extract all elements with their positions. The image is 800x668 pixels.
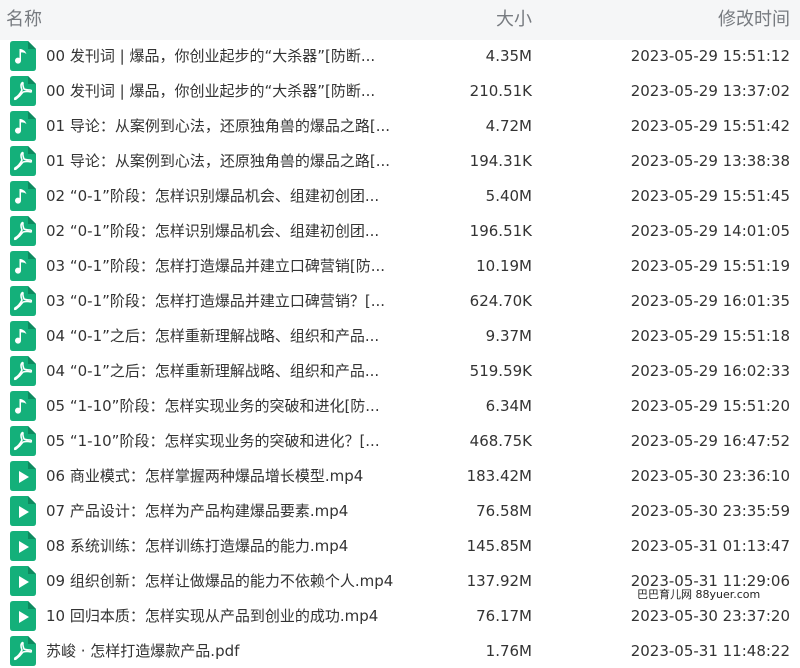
file-modified-time: 2023-05-30 23:35:59	[630, 502, 790, 520]
file-modified-time: 2023-05-29 15:51:45	[630, 187, 790, 205]
audio-file-icon	[10, 181, 36, 211]
video-file-icon	[10, 531, 36, 561]
audio-file-icon	[10, 251, 36, 281]
file-name: 09 组织创新：怎样让做爆品的能力不依赖个人.mp4	[46, 572, 394, 590]
pdf-file-icon	[10, 216, 36, 246]
file-row[interactable]: 01 导论：从案例到心法，还原独角兽的爆品之路[... 4.72M 2023-05-…	[0, 108, 800, 143]
file-size: 6.34M	[485, 397, 532, 415]
file-name: 04 “0-1”之后：怎样重新理解战略、组织和产品...	[46, 362, 380, 380]
file-modified-time: 2023-05-30 23:36:10	[630, 467, 790, 485]
file-row[interactable]: 02 “0-1”阶段：怎样识别爆品机会、组建初创团... 5.40M 2023-05…	[0, 178, 800, 213]
file-size: 194.31K	[469, 152, 532, 170]
audio-file-icon	[10, 41, 36, 71]
pdf-file-icon	[10, 76, 36, 106]
column-header-modified-time[interactable]: 修改时间	[718, 8, 790, 32]
file-size: 468.75K	[469, 432, 532, 450]
file-row[interactable]: 04 “0-1”之后：怎样重新理解战略、组织和产品... 9.37M 2023-05…	[0, 318, 800, 353]
file-name: 02 “0-1”阶段：怎样识别爆品机会、组建初创团...	[46, 222, 380, 240]
video-file-icon	[10, 566, 36, 596]
file-row[interactable]: 03 “0-1”阶段：怎样打造爆品并建立口碑营销[防... 10.19M 2023-…	[0, 248, 800, 283]
file-modified-time: 2023-05-29 15:51:12	[630, 47, 790, 65]
file-list-header: 名称 大小 修改时间	[0, 0, 800, 40]
audio-file-icon	[10, 321, 36, 351]
column-header-name[interactable]: 名称	[6, 8, 42, 32]
file-name: 03 “0-1”阶段：怎样打造爆品并建立口碑营销[防...	[46, 257, 386, 275]
pdf-file-icon	[10, 146, 36, 176]
file-name: 02 “0-1”阶段：怎样识别爆品机会、组建初创团...	[46, 187, 380, 205]
file-name: 苏峻 · 怎样打造爆款产品.pdf	[46, 642, 240, 660]
file-modified-time: 2023-05-29 13:37:02	[630, 82, 790, 100]
file-size: 1.76M	[485, 642, 532, 660]
file-name: 07 产品设计：怎样为产品构建爆品要素.mp4	[46, 502, 349, 520]
file-modified-time: 2023-05-29 15:51:42	[630, 117, 790, 135]
file-modified-time: 2023-05-29 13:38:38	[630, 152, 790, 170]
file-modified-time: 2023-05-29 15:51:19	[630, 257, 790, 275]
file-name: 06 商业模式：怎样掌握两种爆品增长模型.mp4	[46, 467, 364, 485]
file-row[interactable]: 10 回归本质：怎样实现从产品到创业的成功.mp4 76.17M 2023-05-3…	[0, 598, 800, 633]
file-row[interactable]: 00 发刊词 | 爆品，你创业起步的“大杀器”[防断... 210.51K 2023…	[0, 73, 800, 108]
video-file-icon	[10, 496, 36, 526]
column-header-size[interactable]: 大小	[496, 8, 532, 32]
pdf-file-icon	[10, 286, 36, 316]
file-size: 137.92M	[466, 572, 532, 590]
file-modified-time: 2023-05-31 11:48:22	[630, 642, 790, 660]
file-row[interactable]: 08 系统训练：怎样训练打造爆品的能力.mp4 145.85M 2023-05-31…	[0, 528, 800, 563]
file-size: 76.17M	[476, 607, 532, 625]
pdf-file-icon	[10, 636, 36, 666]
file-name: 05 “1-10”阶段：怎样实现业务的突破和进化[防...	[46, 397, 380, 415]
file-size: 145.85M	[466, 537, 532, 555]
file-name: 08 系统训练：怎样训练打造爆品的能力.mp4	[46, 537, 349, 555]
file-modified-time: 2023-05-29 16:01:35	[630, 292, 790, 310]
file-row[interactable]: 01 导论：从案例到心法，还原独角兽的爆品之路[... 194.31K 2023-0…	[0, 143, 800, 178]
video-file-icon	[10, 461, 36, 491]
watermark: 巴巴育儿网 88yuer.com	[634, 586, 764, 602]
pdf-file-icon	[10, 426, 36, 456]
file-row[interactable]: 00 发刊词 | 爆品，你创业起步的“大杀器”[防断... 4.35M 2023-0…	[0, 38, 800, 73]
file-size: 4.72M	[485, 117, 532, 135]
file-row[interactable]: 苏峻 · 怎样打造爆款产品.pdf 1.76M 2023-05-31 11:48:2…	[0, 633, 800, 668]
file-size: 624.70K	[469, 292, 532, 310]
file-row[interactable]: 02 “0-1”阶段：怎样识别爆品机会、组建初创团... 196.51K 2023-…	[0, 213, 800, 248]
file-row[interactable]: 05 “1-10”阶段：怎样实现业务的突破和进化[防... 6.34M 2023-0…	[0, 388, 800, 423]
file-name: 01 导论：从案例到心法，还原独角兽的爆品之路[...	[46, 117, 391, 135]
file-size: 196.51K	[469, 222, 532, 240]
file-modified-time: 2023-05-29 16:02:33	[630, 362, 790, 380]
audio-file-icon	[10, 111, 36, 141]
file-name: 01 导论：从案例到心法，还原独角兽的爆品之路[...	[46, 152, 391, 170]
file-name: 04 “0-1”之后：怎样重新理解战略、组织和产品...	[46, 327, 380, 345]
file-modified-time: 2023-05-29 15:51:18	[630, 327, 790, 345]
file-size: 4.35M	[485, 47, 532, 65]
file-name: 03 “0-1”阶段：怎样打造爆品并建立口碑营销？[...	[46, 292, 386, 310]
file-row[interactable]: 05 “1-10”阶段：怎样实现业务的突破和进化？[... 468.75K 2023…	[0, 423, 800, 458]
file-name: 00 发刊词 | 爆品，你创业起步的“大杀器”[防断...	[46, 82, 376, 100]
file-modified-time: 2023-05-31 01:13:47	[630, 537, 790, 555]
file-row[interactable]: 04 “0-1”之后：怎样重新理解战略、组织和产品... 519.59K 2023-…	[0, 353, 800, 388]
file-size: 519.59K	[469, 362, 532, 380]
file-size: 10.19M	[476, 257, 532, 275]
file-size: 210.51K	[469, 82, 532, 100]
file-name: 05 “1-10”阶段：怎样实现业务的突破和进化？[...	[46, 432, 380, 450]
file-size: 183.42M	[466, 467, 532, 485]
video-file-icon	[10, 601, 36, 631]
file-name: 10 回归本质：怎样实现从产品到创业的成功.mp4	[46, 607, 379, 625]
file-modified-time: 2023-05-29 15:51:20	[630, 397, 790, 415]
file-row[interactable]: 07 产品设计：怎样为产品构建爆品要素.mp4 76.58M 2023-05-30 …	[0, 493, 800, 528]
file-row[interactable]: 06 商业模式：怎样掌握两种爆品增长模型.mp4 183.42M 2023-05-3…	[0, 458, 800, 493]
file-size: 76.58M	[476, 502, 532, 520]
file-size: 9.37M	[485, 327, 532, 345]
file-name: 00 发刊词 | 爆品，你创业起步的“大杀器”[防断...	[46, 47, 376, 65]
file-modified-time: 2023-05-30 23:37:20	[630, 607, 790, 625]
file-modified-time: 2023-05-29 14:01:05	[630, 222, 790, 240]
audio-file-icon	[10, 391, 36, 421]
pdf-file-icon	[10, 356, 36, 386]
file-modified-time: 2023-05-29 16:47:52	[630, 432, 790, 450]
file-size: 5.40M	[485, 187, 532, 205]
file-row[interactable]: 03 “0-1”阶段：怎样打造爆品并建立口碑营销？[... 624.70K 2023…	[0, 283, 800, 318]
